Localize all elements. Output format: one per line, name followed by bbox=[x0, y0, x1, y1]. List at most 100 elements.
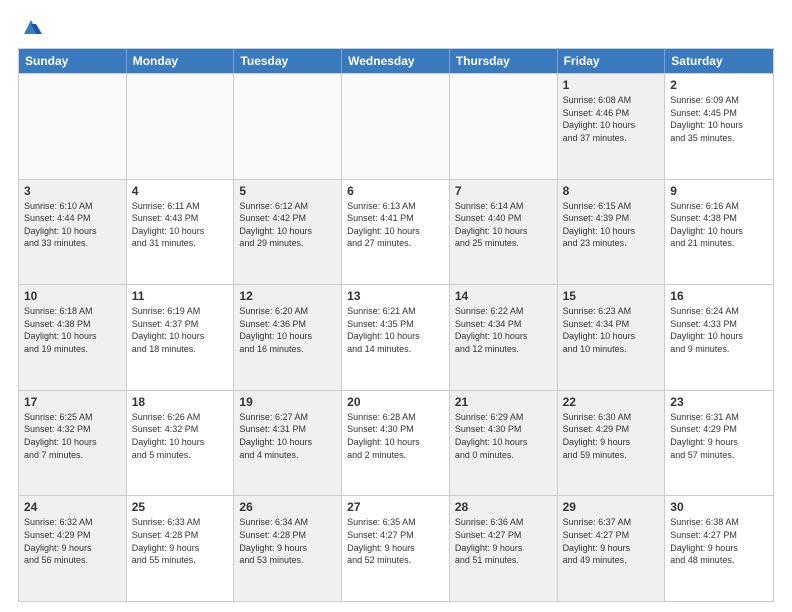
day-number: 17 bbox=[24, 395, 121, 409]
cal-cell-2-3: 13Sunrise: 6:21 AMSunset: 4:35 PMDayligh… bbox=[342, 285, 450, 390]
cell-info: Sunrise: 6:09 AMSunset: 4:45 PMDaylight:… bbox=[670, 94, 768, 144]
cal-cell-0-3 bbox=[342, 74, 450, 179]
cal-cell-0-1 bbox=[127, 74, 235, 179]
cell-info: Sunrise: 6:38 AMSunset: 4:27 PMDaylight:… bbox=[670, 516, 768, 566]
cell-info: Sunrise: 6:37 AMSunset: 4:27 PMDaylight:… bbox=[563, 516, 660, 566]
cal-cell-2-4: 14Sunrise: 6:22 AMSunset: 4:34 PMDayligh… bbox=[450, 285, 558, 390]
cal-cell-3-3: 20 Sunrise: 6:28 AMSunset: 4:30 PMDayligh… bbox=[342, 391, 450, 496]
day-number: 30 bbox=[670, 500, 768, 514]
cal-cell-3-5: 22Sunrise: 6:30 AMSunset: 4:29 PMDayligh… bbox=[558, 391, 666, 496]
cell-info: Sunrise: 6:36 AMSunset: 4:27 PMDaylight:… bbox=[455, 516, 552, 566]
cal-cell-1-6: 9 Sunrise: 6:16 AMSunset: 4:38 PMDaylight… bbox=[665, 180, 773, 285]
day-number: 28 bbox=[455, 500, 552, 514]
calendar-row-1: 3 Sunrise: 6:10 AMSunset: 4:44 PMDaylight… bbox=[19, 179, 773, 285]
cal-cell-4-4: 28 Sunrise: 6:36 AMSunset: 4:27 PMDayligh… bbox=[450, 496, 558, 601]
day-number: 4 bbox=[132, 184, 229, 198]
day-number: 23 bbox=[670, 395, 768, 409]
cell-info: Sunrise: 6:16 AMSunset: 4:38 PMDaylight:… bbox=[670, 200, 768, 250]
cell-info: Sunrise: 6:25 AMSunset: 4:32 PMDaylight:… bbox=[24, 411, 121, 461]
cal-cell-3-6: 23 Sunrise: 6:31 AMSunset: 4:29 PMDayligh… bbox=[665, 391, 773, 496]
day-number: 11 bbox=[132, 289, 229, 303]
cell-info: Sunrise: 6:34 AMSunset: 4:28 PMDaylight:… bbox=[239, 516, 336, 566]
day-number: 27 bbox=[347, 500, 444, 514]
calendar: SundayMondayTuesdayWednesdayThursdayFrid… bbox=[18, 48, 774, 602]
day-number: 21 bbox=[455, 395, 552, 409]
cell-info: Sunrise: 6:32 AMSunset: 4:29 PMDaylight:… bbox=[24, 516, 121, 566]
cal-cell-0-5: 1Sunrise: 6:08 AMSunset: 4:46 PMDaylight… bbox=[558, 74, 666, 179]
cal-cell-3-4: 21Sunrise: 6:29 AMSunset: 4:30 PMDayligh… bbox=[450, 391, 558, 496]
cal-cell-3-2: 19Sunrise: 6:27 AMSunset: 4:31 PMDayligh… bbox=[234, 391, 342, 496]
cal-cell-2-6: 16 Sunrise: 6:24 AMSunset: 4:33 PMDayligh… bbox=[665, 285, 773, 390]
day-number: 22 bbox=[563, 395, 660, 409]
day-number: 9 bbox=[670, 184, 768, 198]
cell-info: Sunrise: 6:10 AMSunset: 4:44 PMDaylight:… bbox=[24, 200, 121, 250]
cal-cell-3-0: 17 Sunrise: 6:25 AMSunset: 4:32 PMDayligh… bbox=[19, 391, 127, 496]
cell-info: Sunrise: 6:28 AMSunset: 4:30 PMDaylight:… bbox=[347, 411, 444, 461]
cal-cell-4-6: 30 Sunrise: 6:38 AMSunset: 4:27 PMDayligh… bbox=[665, 496, 773, 601]
cell-info: Sunrise: 6:26 AMSunset: 4:32 PMDaylight:… bbox=[132, 411, 229, 461]
day-number: 12 bbox=[239, 289, 336, 303]
cal-cell-4-5: 29 Sunrise: 6:37 AMSunset: 4:27 PMDayligh… bbox=[558, 496, 666, 601]
header bbox=[18, 16, 774, 38]
cal-cell-4-2: 26Sunrise: 6:34 AMSunset: 4:28 PMDayligh… bbox=[234, 496, 342, 601]
cell-info: Sunrise: 6:31 AMSunset: 4:29 PMDaylight:… bbox=[670, 411, 768, 461]
day-number: 18 bbox=[132, 395, 229, 409]
day-number: 25 bbox=[132, 500, 229, 514]
day-number: 16 bbox=[670, 289, 768, 303]
calendar-body: 1Sunrise: 6:08 AMSunset: 4:46 PMDaylight… bbox=[19, 73, 773, 601]
weekday-header-wednesday: Wednesday bbox=[342, 49, 450, 73]
day-number: 19 bbox=[239, 395, 336, 409]
cal-cell-4-0: 24 Sunrise: 6:32 AMSunset: 4:29 PMDayligh… bbox=[19, 496, 127, 601]
cell-info: Sunrise: 6:11 AMSunset: 4:43 PMDaylight:… bbox=[132, 200, 229, 250]
cell-info: Sunrise: 6:18 AMSunset: 4:38 PMDaylight:… bbox=[24, 305, 121, 355]
day-number: 5 bbox=[239, 184, 336, 198]
calendar-row-2: 10 Sunrise: 6:18 AMSunset: 4:38 PMDayligh… bbox=[19, 284, 773, 390]
weekday-header-saturday: Saturday bbox=[665, 49, 773, 73]
cal-cell-4-3: 27Sunrise: 6:35 AMSunset: 4:27 PMDayligh… bbox=[342, 496, 450, 601]
weekday-header-friday: Friday bbox=[558, 49, 666, 73]
cal-cell-2-0: 10 Sunrise: 6:18 AMSunset: 4:38 PMDayligh… bbox=[19, 285, 127, 390]
day-number: 13 bbox=[347, 289, 444, 303]
day-number: 24 bbox=[24, 500, 121, 514]
cal-cell-3-1: 18 Sunrise: 6:26 AMSunset: 4:32 PMDayligh… bbox=[127, 391, 235, 496]
cal-cell-1-5: 8 Sunrise: 6:15 AMSunset: 4:39 PMDaylight… bbox=[558, 180, 666, 285]
cell-info: Sunrise: 6:24 AMSunset: 4:33 PMDaylight:… bbox=[670, 305, 768, 355]
calendar-row-4: 24 Sunrise: 6:32 AMSunset: 4:29 PMDayligh… bbox=[19, 495, 773, 601]
calendar-header: SundayMondayTuesdayWednesdayThursdayFrid… bbox=[19, 49, 773, 73]
cal-cell-2-2: 12 Sunrise: 6:20 AMSunset: 4:36 PMDayligh… bbox=[234, 285, 342, 390]
logo-icon bbox=[20, 16, 42, 38]
cell-info: Sunrise: 6:12 AMSunset: 4:42 PMDaylight:… bbox=[239, 200, 336, 250]
cal-cell-1-2: 5 Sunrise: 6:12 AMSunset: 4:42 PMDaylight… bbox=[234, 180, 342, 285]
page: SundayMondayTuesdayWednesdayThursdayFrid… bbox=[0, 0, 792, 612]
cell-info: Sunrise: 6:13 AMSunset: 4:41 PMDaylight:… bbox=[347, 200, 444, 250]
cal-cell-4-1: 25Sunrise: 6:33 AMSunset: 4:28 PMDayligh… bbox=[127, 496, 235, 601]
calendar-row-3: 17 Sunrise: 6:25 AMSunset: 4:32 PMDayligh… bbox=[19, 390, 773, 496]
day-number: 3 bbox=[24, 184, 121, 198]
cell-info: Sunrise: 6:20 AMSunset: 4:36 PMDaylight:… bbox=[239, 305, 336, 355]
cal-cell-1-1: 4 Sunrise: 6:11 AMSunset: 4:43 PMDaylight… bbox=[127, 180, 235, 285]
cal-cell-1-0: 3 Sunrise: 6:10 AMSunset: 4:44 PMDaylight… bbox=[19, 180, 127, 285]
cell-info: Sunrise: 6:15 AMSunset: 4:39 PMDaylight:… bbox=[563, 200, 660, 250]
cal-cell-0-4 bbox=[450, 74, 558, 179]
day-number: 15 bbox=[563, 289, 660, 303]
cell-info: Sunrise: 6:23 AMSunset: 4:34 PMDaylight:… bbox=[563, 305, 660, 355]
cal-cell-0-6: 2Sunrise: 6:09 AMSunset: 4:45 PMDaylight… bbox=[665, 74, 773, 179]
day-number: 7 bbox=[455, 184, 552, 198]
day-number: 14 bbox=[455, 289, 552, 303]
day-number: 8 bbox=[563, 184, 660, 198]
day-number: 20 bbox=[347, 395, 444, 409]
cal-cell-2-5: 15 Sunrise: 6:23 AMSunset: 4:34 PMDayligh… bbox=[558, 285, 666, 390]
cal-cell-1-4: 7 Sunrise: 6:14 AMSunset: 4:40 PMDaylight… bbox=[450, 180, 558, 285]
cell-info: Sunrise: 6:14 AMSunset: 4:40 PMDaylight:… bbox=[455, 200, 552, 250]
weekday-header-monday: Monday bbox=[127, 49, 235, 73]
weekday-header-tuesday: Tuesday bbox=[234, 49, 342, 73]
cell-info: Sunrise: 6:19 AMSunset: 4:37 PMDaylight:… bbox=[132, 305, 229, 355]
day-number: 29 bbox=[563, 500, 660, 514]
calendar-row-0: 1Sunrise: 6:08 AMSunset: 4:46 PMDaylight… bbox=[19, 73, 773, 179]
day-number: 10 bbox=[24, 289, 121, 303]
day-number: 1 bbox=[563, 78, 660, 92]
cal-cell-2-1: 11 Sunrise: 6:19 AMSunset: 4:37 PMDayligh… bbox=[127, 285, 235, 390]
cal-cell-1-3: 6Sunrise: 6:13 AMSunset: 4:41 PMDaylight… bbox=[342, 180, 450, 285]
weekday-header-sunday: Sunday bbox=[19, 49, 127, 73]
weekday-header-thursday: Thursday bbox=[450, 49, 558, 73]
